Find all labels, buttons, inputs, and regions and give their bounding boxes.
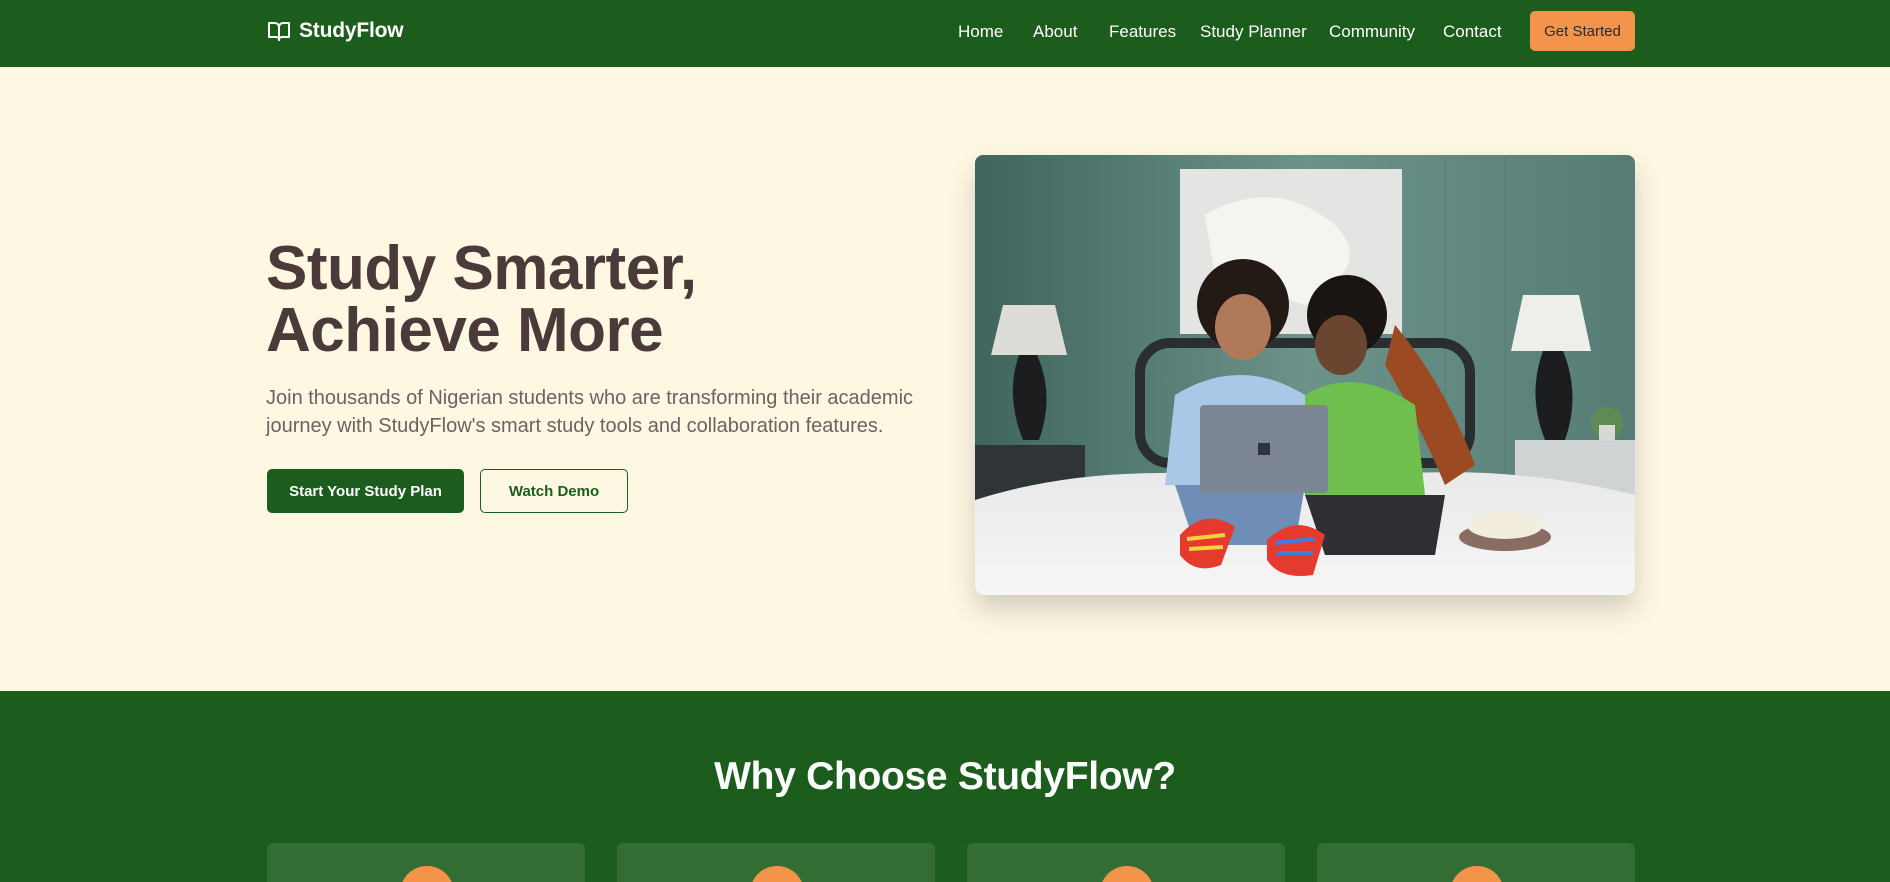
hero-title-line-2: Achieve More: [266, 296, 664, 365]
nav-link-home[interactable]: Home: [958, 22, 1003, 42]
hero-title: Study Smarter, Achieve More: [266, 238, 886, 362]
features-title: Why Choose StudyFlow?: [714, 755, 1176, 798]
feature-icon-3: [1100, 866, 1154, 882]
feature-card: [617, 843, 935, 882]
nav-link-study-planner[interactable]: Study Planner: [1200, 22, 1307, 42]
watch-demo-button[interactable]: Watch Demo: [480, 469, 628, 513]
brand-name: StudyFlow: [299, 19, 404, 42]
features-section: Why Choose StudyFlow?: [0, 691, 1890, 882]
hero-subtitle: Join thousands of Nigerian students who …: [266, 387, 914, 437]
open-book-icon: [267, 19, 291, 43]
nav-link-contact[interactable]: Contact: [1443, 22, 1502, 42]
nav-link-features[interactable]: Features: [1109, 22, 1176, 42]
nav-link-community[interactable]: Community: [1329, 22, 1415, 42]
start-study-plan-button[interactable]: Start Your Study Plan: [267, 469, 464, 513]
nav-link-about[interactable]: About: [1033, 22, 1077, 42]
feature-card: [1317, 843, 1635, 882]
hero-image: [975, 155, 1635, 595]
top-navbar: StudyFlow Home About Features Study Plan…: [0, 0, 1890, 67]
feature-icon-4: [1450, 866, 1504, 882]
students-photo-illustration: [975, 155, 1635, 595]
get-started-button[interactable]: Get Started: [1530, 11, 1635, 51]
feature-card: [967, 843, 1285, 882]
feature-card: [267, 843, 585, 882]
feature-icon-1: [400, 866, 454, 882]
hero-section: Study Smarter, Achieve More Join thousan…: [0, 67, 1890, 691]
feature-icon-2: [750, 866, 804, 882]
hero-title-line-1: Study Smarter,: [266, 234, 697, 303]
brand-logo[interactable]: StudyFlow: [267, 19, 404, 43]
